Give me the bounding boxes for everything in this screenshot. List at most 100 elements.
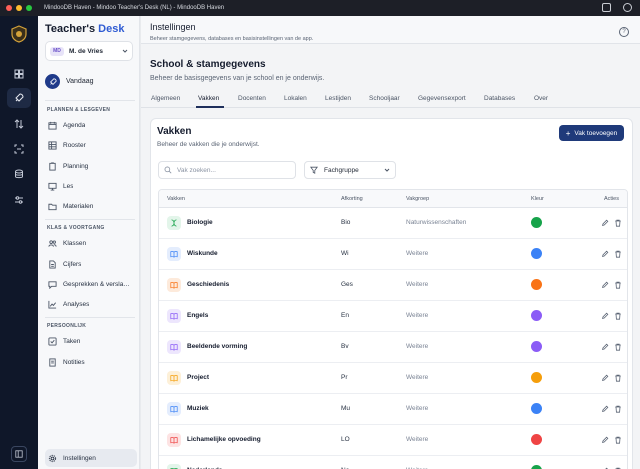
table-row[interactable]: Wiskunde Wi Weitere (159, 239, 627, 270)
delete-icon[interactable] (614, 374, 622, 382)
delete-icon[interactable] (614, 405, 622, 413)
book-icon (167, 433, 181, 447)
sidebar-item-taken[interactable]: Taken (45, 332, 137, 350)
chevron-down-icon (122, 49, 128, 53)
delete-icon[interactable] (614, 436, 622, 444)
tab-lokalen[interactable]: Lokalen (284, 95, 307, 102)
tab-algemeen[interactable]: Algemeen (151, 95, 180, 102)
column-header-afkorting[interactable]: Afkorting (341, 196, 363, 202)
sidebar-item-rooster[interactable]: Rooster (45, 136, 137, 154)
rail-database-button[interactable] (7, 164, 31, 184)
table-row[interactable]: NederlandsNeWeitere (159, 456, 627, 469)
sidebar-item-les[interactable]: Les (45, 177, 137, 195)
delete-icon[interactable] (614, 281, 622, 289)
card-title: Vakken (157, 126, 192, 137)
table-row[interactable]: Lichamelijke opvoeding LO Weitere (159, 425, 627, 456)
sidebar-item-agenda[interactable]: Agenda (45, 116, 137, 134)
minimize-window-button[interactable] (16, 5, 22, 11)
search-input[interactable] (177, 166, 287, 174)
help-icon[interactable]: ? (619, 27, 629, 37)
edit-icon[interactable] (601, 219, 609, 227)
divider (45, 219, 135, 220)
sidebar: Teacher's Desk MD M. de Vries Vandaag PL… (38, 16, 140, 469)
add-subject-button[interactable]: + Vak toevoegen (559, 125, 624, 141)
sort-icon (14, 119, 24, 129)
sidebar-toggle-button[interactable] (11, 446, 27, 462)
sidebar-item-klassen[interactable]: Klassen (45, 234, 137, 252)
rail-settings-button[interactable] (7, 190, 31, 210)
subject-group: Weitere (406, 436, 429, 443)
sidebar-item-label: Planning (63, 162, 89, 170)
color-swatch (531, 403, 542, 414)
sidebar-item-materialen[interactable]: Materialen (45, 197, 137, 215)
document-icon (49, 259, 56, 269)
table-row[interactable]: Engels En Weitere (159, 301, 627, 332)
tab-gegevensexport[interactable]: Gegevensexport (418, 95, 466, 102)
logo-icon (11, 25, 27, 43)
color-swatch (531, 248, 542, 259)
subject-abbreviation: LO (341, 436, 350, 443)
folder-icon (48, 203, 57, 210)
sidebar-item-notities[interactable]: Notities (45, 353, 137, 371)
tab-lestijden[interactable]: Lestijden (325, 95, 351, 102)
sidebar-item-label: Gesprekken & versla… (63, 280, 130, 288)
edit-icon[interactable] (601, 250, 609, 258)
edit-icon[interactable] (601, 343, 609, 351)
table-row[interactable]: Beeldende vorming Bv Weitere (159, 332, 627, 363)
edit-icon[interactable] (601, 436, 609, 444)
tab-vakken[interactable]: Vakken (198, 95, 219, 102)
tab-docenten[interactable]: Docenten (238, 95, 266, 102)
color-swatch (531, 217, 542, 228)
rail-today-button[interactable] (7, 88, 31, 108)
close-window-button[interactable] (6, 5, 12, 11)
column-header-acties: Acties (604, 196, 619, 202)
rail-sort-button[interactable] (7, 114, 31, 134)
column-header-vakken[interactable]: Vakken (167, 196, 185, 202)
subject-name: Muziek (187, 405, 209, 412)
rail-scan-button[interactable] (7, 139, 31, 159)
table-row[interactable]: Muziek Mu Weitere (159, 394, 627, 425)
edit-icon[interactable] (601, 405, 609, 413)
table-row[interactable]: Project Pr Weitere (159, 363, 627, 394)
delete-icon[interactable] (614, 219, 622, 227)
delete-icon[interactable] (614, 312, 622, 320)
card-subtitle: Beheer de vakken die je onderwijst. (157, 141, 260, 148)
column-header-vakgroep[interactable]: Vakgroep (406, 196, 429, 202)
book-icon (167, 278, 181, 292)
divider (45, 100, 135, 101)
subject-abbreviation: Bv (341, 343, 349, 350)
zoom-window-button[interactable] (26, 5, 32, 11)
subject-name: Project (187, 374, 210, 381)
sidebar-item-planning[interactable]: Planning (45, 157, 137, 175)
filter-icon (310, 166, 318, 174)
sidebar-item-analyses[interactable]: Analyses (45, 295, 137, 313)
share-icon[interactable] (602, 3, 611, 12)
rail-dashboard-button[interactable] (7, 64, 31, 84)
table-row[interactable]: Geschiedenis Ges Weitere (159, 270, 627, 301)
sidebar-item-cijfers[interactable]: Cijfers (45, 255, 137, 273)
subject-group: Weitere (406, 343, 429, 350)
group-filter-select[interactable]: Fachgruppe (304, 161, 396, 179)
sidebar-item-gesprekken[interactable]: Gesprekken & versla… (45, 275, 137, 293)
sidebar-item-label: Cijfers (63, 260, 82, 268)
table-row[interactable]: Biologie Bio Naturwissenschaften (159, 208, 627, 239)
tab-databases[interactable]: Databases (484, 95, 515, 102)
delete-icon[interactable] (614, 250, 622, 258)
sidebar-item-label: Taken (63, 337, 81, 345)
rocket-icon (15, 93, 24, 102)
extensions-icon[interactable] (623, 3, 632, 12)
tab-schooljaar[interactable]: Schooljaar (369, 95, 400, 102)
tab-over[interactable]: Over (534, 95, 548, 102)
gear-icon (48, 454, 57, 462)
subject-name: Wiskunde (187, 250, 218, 257)
calendar-icon (48, 121, 57, 130)
active-tab-indicator (196, 106, 224, 108)
sidebar-item-instellingen[interactable]: Instellingen (45, 449, 137, 467)
edit-icon[interactable] (601, 312, 609, 320)
search-box[interactable] (158, 161, 296, 179)
edit-icon[interactable] (601, 374, 609, 382)
delete-icon[interactable] (614, 343, 622, 351)
sidebar-item-today[interactable]: Vandaag (45, 74, 94, 89)
edit-icon[interactable] (601, 281, 609, 289)
user-selector[interactable]: MD M. de Vries (45, 41, 133, 61)
